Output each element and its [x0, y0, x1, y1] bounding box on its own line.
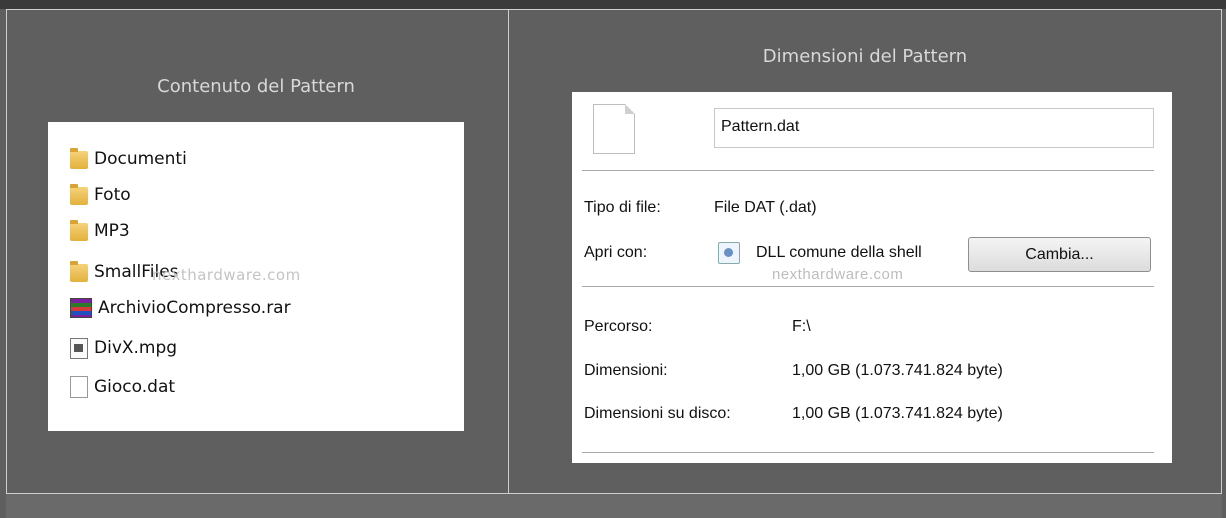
- table-next-row: [6, 494, 1222, 518]
- list-item-divx[interactable]: DivX.mpg: [70, 335, 177, 361]
- table-border-top: [6, 9, 1222, 10]
- file-name: MP3: [94, 221, 130, 241]
- table-border-left: [6, 9, 7, 494]
- list-item-mp3[interactable]: MP3: [70, 218, 130, 244]
- left-panel-title: Contenuto del Pattern: [157, 76, 355, 97]
- list-item-documenti[interactable]: Documenti: [70, 146, 187, 172]
- separator: [582, 170, 1154, 171]
- list-item-archivio[interactable]: ArchivioCompresso.rar: [70, 295, 291, 321]
- rar-archive-icon: [70, 298, 92, 318]
- list-item-gioco[interactable]: Gioco.dat: [70, 374, 175, 400]
- watermark-text: nexthardware.com: [772, 266, 904, 283]
- file-name: DivX.mpg: [94, 338, 178, 358]
- table-border-right: [1221, 9, 1222, 494]
- folder-contents-view: Documenti Foto MP3 SmallFiles nexthardwa…: [48, 122, 464, 431]
- disk-size-value: 1,00 GB (1.073.741.824 byte): [792, 405, 1003, 422]
- open-with-value: DLL comune della shell: [756, 244, 922, 261]
- change-button[interactable]: Cambia...: [968, 237, 1151, 272]
- right-panel-title: Dimensioni del Pattern: [762, 46, 968, 67]
- file-name: Gioco.dat: [94, 377, 176, 397]
- video-file-icon: [70, 337, 88, 359]
- folder-icon: [70, 220, 88, 241]
- file-properties-dialog: Pattern.dat Tipo di file: File DAT (.dat…: [572, 92, 1172, 463]
- file-name: Documenti: [94, 149, 187, 169]
- table-border-middle: [508, 9, 509, 494]
- folder-icon: [70, 184, 88, 205]
- separator: [582, 452, 1154, 453]
- disk-size-label: Dimensioni su disco:: [584, 405, 731, 422]
- file-name: ArchivioCompresso.rar: [98, 298, 291, 318]
- folder-icon: [70, 148, 88, 169]
- size-value: 1,00 GB (1.073.741.824 byte): [792, 362, 1003, 379]
- folder-icon: [70, 261, 88, 282]
- separator: [582, 286, 1154, 287]
- list-item-foto[interactable]: Foto: [70, 182, 131, 208]
- watermark-text: nexthardware.com: [152, 266, 301, 284]
- document-icon: [70, 376, 88, 398]
- dll-icon: [718, 242, 740, 264]
- path-label: Percorso:: [584, 318, 653, 335]
- top-bar: [0, 0, 1226, 9]
- size-label: Dimensioni:: [584, 362, 668, 379]
- file-name-field[interactable]: Pattern.dat: [714, 108, 1154, 148]
- file-name: Foto: [94, 185, 131, 205]
- open-with-label: Apri con:: [584, 244, 648, 261]
- path-value: F:\: [792, 318, 811, 335]
- file-icon: [593, 104, 635, 154]
- file-type-value: File DAT (.dat): [714, 199, 817, 216]
- file-type-label: Tipo di file:: [584, 199, 661, 216]
